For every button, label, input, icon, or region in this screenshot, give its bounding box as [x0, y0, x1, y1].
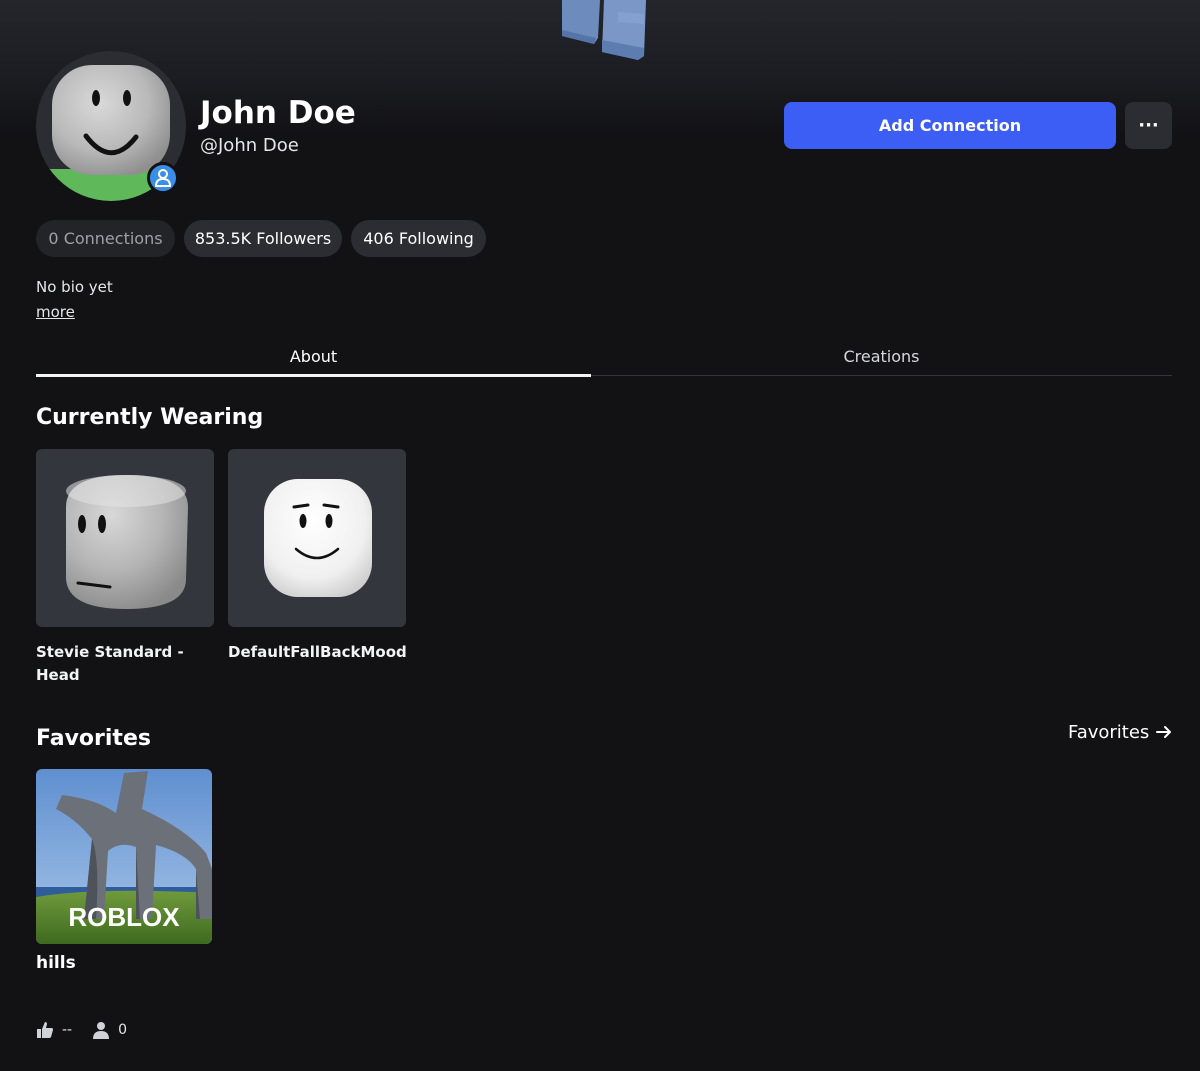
- wearing-item-thumbnail[interactable]: [36, 449, 214, 627]
- arrow-right-icon: [1156, 726, 1172, 738]
- favorite-game-thumbnail[interactable]: ROBLOX: [36, 769, 212, 944]
- following-count[interactable]: 406 Following: [351, 220, 486, 257]
- stevie-head-image: [66, 475, 188, 609]
- avatar-3d-legs: [562, 0, 646, 60]
- wearing-item-name[interactable]: Stevie Standard - Head: [36, 641, 216, 687]
- hills-game-image: ROBLOX: [36, 769, 212, 944]
- favorites-link-label: Favorites: [1068, 721, 1150, 743]
- tab-active-indicator: [36, 374, 591, 377]
- favorites-see-all-link[interactable]: Favorites: [1068, 720, 1173, 744]
- currently-wearing-title: Currently Wearing: [36, 405, 264, 430]
- thumbs-up-icon: [37, 1022, 53, 1038]
- profile-page: John Doe @John Doe Add Connection ··· 0 …: [0, 0, 1200, 1071]
- favorite-game-stats: -- 0: [36, 1018, 147, 1042]
- players-value: 0: [118, 1022, 128, 1038]
- avatar-headshot[interactable]: [36, 51, 186, 201]
- wearing-item-thumbnail[interactable]: [228, 449, 406, 627]
- wearing-item-name[interactable]: DefaultFallBackMood: [228, 641, 448, 664]
- bio-text: No bio yet: [36, 278, 113, 296]
- add-connection-button[interactable]: Add Connection: [784, 102, 1116, 149]
- more-options-button[interactable]: ···: [1125, 102, 1172, 149]
- tab-about[interactable]: About: [36, 336, 591, 376]
- ellipsis-icon: ···: [1138, 115, 1159, 136]
- bio-more-link[interactable]: more: [36, 303, 75, 321]
- favorite-game-name[interactable]: hills: [36, 953, 76, 973]
- tab-creations[interactable]: Creations: [591, 336, 1172, 376]
- roblox-logo-text: ROBLOX: [68, 902, 180, 932]
- likes-value: --: [62, 1022, 73, 1038]
- default-face-image: [264, 479, 372, 597]
- presence-badge: [147, 162, 179, 194]
- username: @John Doe: [200, 135, 299, 156]
- players-stat: 0: [92, 1021, 127, 1039]
- person-icon: [154, 169, 172, 187]
- favorites-title: Favorites: [36, 726, 151, 751]
- connections-count[interactable]: 0 Connections: [36, 220, 175, 257]
- person-icon: [93, 1022, 110, 1039]
- display-name: John Doe: [200, 95, 356, 131]
- likes-stat: --: [36, 1021, 72, 1039]
- followers-count[interactable]: 853.5K Followers: [184, 220, 342, 257]
